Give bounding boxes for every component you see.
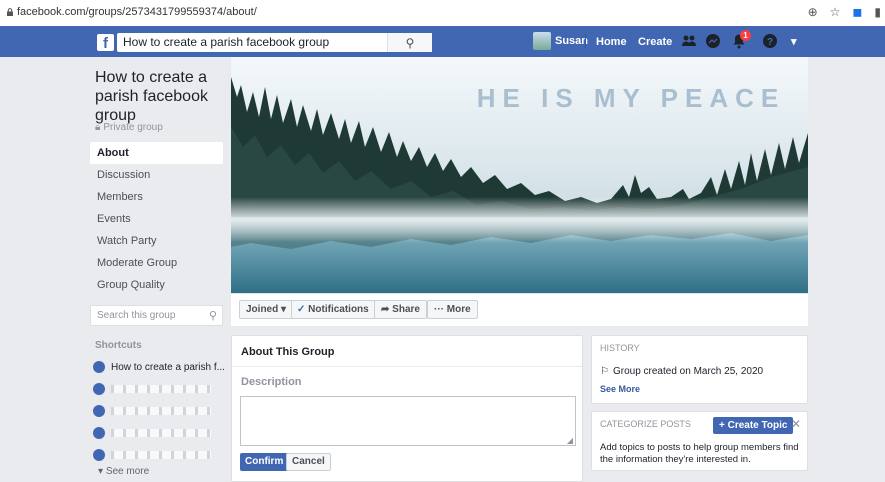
create-topic-button[interactable]: + Create Topic <box>713 417 794 434</box>
lock-icon: 🔒︎ <box>95 122 101 133</box>
shortcut-item[interactable] <box>93 422 228 444</box>
group-action-bar: Joined ▾ ✓ Notifications ➦ Share ··· Mor… <box>231 293 808 326</box>
user-name: Susan <box>555 35 589 47</box>
share-button[interactable]: ➦ Share <box>374 300 427 319</box>
notifications-label: Notifications <box>308 304 369 315</box>
messenger-icon[interactable] <box>705 33 721 49</box>
about-group-card: About This Group Description ◢ Confirm C… <box>231 335 583 482</box>
shortcut-item[interactable] <box>93 378 228 400</box>
group-created-row: ⚐ Group created on March 25, 2020 <box>600 366 763 377</box>
categorize-header: CATEGORIZE POSTS <box>600 419 691 429</box>
cover-photo[interactable]: HE IS MY PEACE <box>231 57 808 293</box>
shortcut-item[interactable] <box>93 444 228 466</box>
group-title[interactable]: How to create a parish facebook group <box>95 68 225 125</box>
about-card-title: About This Group <box>241 346 335 358</box>
confirm-button[interactable]: Confirm <box>240 453 289 471</box>
check-icon: ✓ <box>297 304 309 315</box>
group-icon <box>93 361 105 373</box>
more-dots-icon: ··· <box>434 304 447 315</box>
search-icon: ⚲ <box>405 35 415 50</box>
share-label: Share <box>392 304 420 315</box>
resize-handle-icon[interactable]: ◢ <box>567 436 573 445</box>
see-more-link[interactable]: See More <box>600 384 640 394</box>
nav-divider <box>585 34 586 48</box>
categorize-posts-card: CATEGORIZE POSTS + Create Topic ✕ Add to… <box>591 411 808 471</box>
avatar <box>533 32 551 50</box>
help-icon[interactable]: ? <box>762 33 778 49</box>
notification-badge: 1 <box>740 30 751 41</box>
svg-text:?: ? <box>767 37 773 48</box>
home-link[interactable]: Home <box>596 36 627 48</box>
flag-icon: ⚐ <box>600 366 609 377</box>
group-privacy-label: Private group <box>103 122 163 133</box>
close-icon[interactable]: ✕ <box>791 417 801 431</box>
search-button[interactable]: ⚲ <box>387 33 432 52</box>
cover-image: HE IS MY PEACE <box>231 57 808 293</box>
profile-link[interactable]: Susan <box>533 32 588 50</box>
menu-item-members[interactable]: Members <box>90 186 223 208</box>
redacted-label <box>111 385 211 393</box>
redacted-label <box>111 429 211 437</box>
menu-item-discussion[interactable]: Discussion <box>90 164 223 186</box>
browser-address-bar: facebook.com/groups/2573431799559374/abo… <box>0 0 885 26</box>
description-label: Description <box>241 376 302 388</box>
joined-button[interactable]: Joined ▾ <box>239 300 294 319</box>
chevron-down-icon: ▾ <box>98 466 106 477</box>
menu-item-about[interactable]: About <box>90 142 223 164</box>
facebook-search[interactable]: How to create a parish facebook group ⚲ <box>117 33 432 52</box>
friends-icon[interactable] <box>681 33 697 49</box>
categorize-description: Add topics to posts to help group member… <box>600 442 799 465</box>
account-menu-chevron-icon[interactable]: ▾ <box>791 35 797 48</box>
menu-item-events[interactable]: Events <box>90 208 223 230</box>
group-icon <box>93 427 105 439</box>
shortcut-label: How to create a parish f... <box>111 361 225 373</box>
group-search-input[interactable]: Search this group <box>97 310 175 321</box>
group-created-text: Group created on March 25, 2020 <box>612 366 764 377</box>
group-privacy: 🔒︎ Private group <box>95 122 163 133</box>
see-more-label: See more <box>105 466 150 477</box>
more-label: More <box>446 304 471 315</box>
search-input[interactable]: How to create a parish facebook group <box>123 35 329 49</box>
search-icon: ⚲ <box>208 310 217 322</box>
description-textarea[interactable]: ◢ <box>240 396 576 446</box>
share-icon: ➦ <box>381 304 393 315</box>
history-header: HISTORY <box>600 343 640 353</box>
menu-item-watch-party[interactable]: Watch Party <box>90 230 223 252</box>
shortcut-item[interactable]: How to create a parish f... <box>93 356 228 378</box>
group-icon <box>93 449 105 461</box>
divider <box>232 366 582 367</box>
redacted-label <box>111 451 211 459</box>
shortcut-item[interactable] <box>93 400 228 422</box>
profile-icon[interactable]: ▮ <box>874 5 881 19</box>
star-icon[interactable]: ☆ <box>830 5 841 19</box>
group-icon <box>93 405 105 417</box>
menu-item-group-quality[interactable]: Group Quality <box>90 274 223 296</box>
group-icon <box>93 383 105 395</box>
redacted-label <box>111 407 211 415</box>
menu-item-moderate-group[interactable]: Moderate Group <box>90 252 223 274</box>
extension-icon[interactable]: ◼ <box>852 5 862 19</box>
url-field[interactable]: facebook.com/groups/2573431799559374/abo… <box>17 6 257 18</box>
browser-tools: ⊕ ☆ ◼ ▮ <box>808 5 881 19</box>
create-link[interactable]: Create <box>638 36 672 48</box>
history-card: HISTORY ⚐ Group created on March 25, 202… <box>591 335 808 404</box>
more-button[interactable]: ··· More <box>427 300 478 319</box>
cancel-button[interactable]: Cancel <box>286 453 331 471</box>
group-menu: About Discussion Members Events Watch Pa… <box>90 142 223 296</box>
facebook-logo[interactable]: f <box>97 34 114 52</box>
see-more-shortcuts[interactable]: ▾ See more <box>98 466 149 477</box>
lock-icon <box>7 8 13 16</box>
group-search[interactable]: Search this group ⚲ <box>90 305 223 326</box>
shortcuts-header: Shortcuts <box>95 340 142 351</box>
notifications-button[interactable]: ✓ Notifications <box>291 300 376 319</box>
zoom-icon[interactable]: ⊕ <box>808 5 818 19</box>
shortcuts-list: How to create a parish f... <box>93 356 228 466</box>
cover-text: HE IS MY PEACE <box>477 83 785 113</box>
